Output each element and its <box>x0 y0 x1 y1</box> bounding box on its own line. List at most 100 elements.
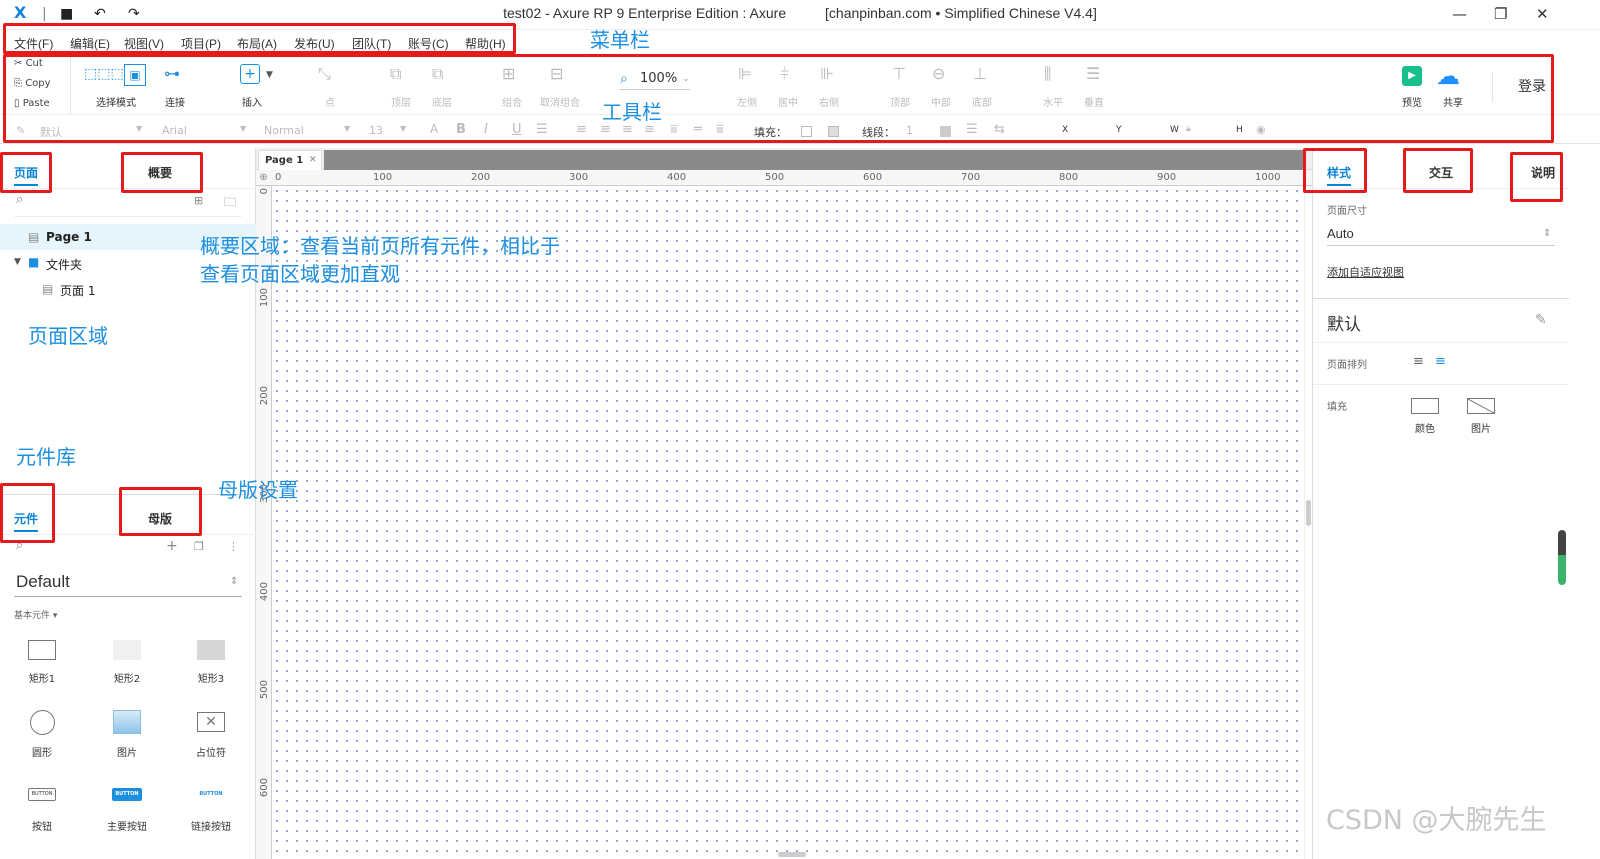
ruler-tick: 200 <box>259 386 270 406</box>
divider <box>14 596 242 597</box>
maximize-icon[interactable]: ❐ <box>1494 5 1507 23</box>
canvas-tab-strip <box>324 150 1304 170</box>
search-icon[interactable]: ⌕ <box>16 192 23 207</box>
menubar-highlight <box>3 23 516 54</box>
close-icon[interactable]: ✕ <box>1536 5 1549 23</box>
annotation-outline-line1: 概要区域：查看当前页所有元件，相比于 <box>200 234 560 258</box>
divider <box>1327 245 1555 246</box>
widget-rect1-icon[interactable] <box>28 640 56 660</box>
page-tab[interactable]: Page 1 ✕ <box>258 150 322 170</box>
page-size-select[interactable]: Auto <box>1327 226 1354 241</box>
tree-item-label: 页面 1 <box>60 284 96 298</box>
axure-window: X | ■ ↶ ↷ test02 - Axure RP 9 Enterprise… <box>0 0 1600 859</box>
add-folder-icon[interactable]: 🗀 <box>224 193 236 214</box>
ruler-tick: 600 <box>863 172 883 183</box>
widget-button-icon[interactable]: BUTTON <box>28 788 56 801</box>
widget-link-button-icon[interactable]: BUTTON <box>196 788 226 801</box>
widget-rect2-icon[interactable] <box>113 640 141 660</box>
page-size-dropdown-icon[interactable]: ⇕ <box>1543 228 1551 239</box>
design-canvas[interactable] <box>272 186 1304 859</box>
annotation-masters: 母版设置 <box>218 478 298 502</box>
window-title: test02 - Axure RP 9 Enterprise Edition :… <box>0 5 1600 21</box>
widget-rect3-icon[interactable] <box>197 640 225 660</box>
widget-circle-icon[interactable] <box>30 710 55 735</box>
ruler-tick: 800 <box>1059 172 1079 183</box>
ruler-tick: 700 <box>961 172 981 183</box>
fill-color-label: 颜色 <box>1415 424 1435 435</box>
canvas-vertical-scrollbar[interactable] <box>1304 186 1312 859</box>
library-copy-icon[interactable]: ❐ <box>194 540 204 553</box>
canvas-horizontal-scrollbar-thumb[interactable] <box>778 852 806 857</box>
add-page-icon[interactable]: ⊞ <box>194 194 203 207</box>
fill-image-icon[interactable] <box>1467 398 1495 414</box>
page-align-left-icon[interactable]: ≡ <box>1413 354 1424 369</box>
ruler-tick: 0 <box>259 188 270 195</box>
divider <box>1313 298 1569 299</box>
notes-tab-highlight <box>1510 152 1563 202</box>
scrollbar-thumb[interactable] <box>1306 500 1311 526</box>
widget-image-icon[interactable] <box>113 710 141 734</box>
page-tab-close-icon[interactable]: ✕ <box>309 155 317 165</box>
divider <box>14 216 242 217</box>
annotation-outline-line2: 查看页面区域更加直观 <box>200 262 400 286</box>
library-dropdown-icon[interactable]: ⇕ <box>230 576 238 587</box>
style-edit-icon[interactable]: ✎ <box>1535 312 1547 328</box>
ruler-corner-icon[interactable]: ⊕ <box>256 170 272 186</box>
widget-image-label: 图片 <box>117 748 137 759</box>
annotation-pages-area: 页面区域 <box>28 324 108 348</box>
window-title-text: test02 - Axure RP 9 Enterprise Edition :… <box>503 5 787 21</box>
ruler-tick: 500 <box>765 172 785 183</box>
fill-label: 填充 <box>1327 402 1347 413</box>
widget-primary-button-label: 主要按钮 <box>107 822 147 833</box>
category-label[interactable]: 基本元件 ▾ <box>14 608 57 621</box>
ruler-tick: 1000 <box>1255 172 1281 183</box>
expand-icon[interactable]: ▼ <box>14 257 21 267</box>
annotation-toolbar: 工具栏 <box>602 100 662 124</box>
ruler-tick: 900 <box>1157 172 1177 183</box>
fill-color-icon[interactable] <box>1411 398 1439 414</box>
page-icon: ▤ <box>28 230 40 244</box>
toolbar-highlight <box>3 54 1554 143</box>
widget-rect2-label: 矩形2 <box>113 674 141 685</box>
watermark: CSDN @大腕先生 <box>1326 805 1547 836</box>
widget-link-button-label: 链接按钮 <box>191 822 231 833</box>
folder-icon: ■ <box>28 255 40 269</box>
library-tab-highlight <box>0 483 55 543</box>
tree-item-label: Page 1 <box>46 230 92 244</box>
widget-rect3-label: 矩形3 <box>197 674 225 685</box>
library-select[interactable]: Default <box>16 572 70 592</box>
widget-rect1-label: 矩形1 <box>28 674 56 685</box>
widget-circle-label: 圆形 <box>32 748 52 759</box>
window-title-version: [chanpinban.com • Simplified Chinese V4.… <box>825 5 1097 21</box>
add-adaptive-view-link[interactable]: 添加自适应视图 <box>1327 264 1404 280</box>
outline-tab-highlight <box>121 152 203 193</box>
library-more-icon[interactable]: ⋮ <box>228 540 239 553</box>
annotation-library: 元件库 <box>16 445 76 469</box>
page-icon: ▤ <box>42 282 54 296</box>
ruler-tick: 200 <box>471 172 491 183</box>
ruler-tick: 100 <box>259 288 270 308</box>
page-tab-label: Page 1 <box>265 155 304 166</box>
divider <box>1313 342 1569 343</box>
right-panel: 样式 交互 说明 页面尺寸 Auto ⇕ 添加自适应视图 默认 ✎ 页面排列 ≡… <box>1312 148 1600 859</box>
side-scroll-widget[interactable] <box>1558 530 1566 585</box>
interaction-tab-highlight <box>1403 148 1473 193</box>
ruler-tick: 0 <box>275 172 282 183</box>
add-library-icon[interactable]: + <box>166 538 178 554</box>
minimize-icon[interactable]: — <box>1452 5 1467 23</box>
ruler-tick: 400 <box>667 172 687 183</box>
widget-placeholder-icon[interactable]: ✕ <box>197 712 225 732</box>
ruler-horizontal: 0 100 200 300 400 500 600 700 800 900 10… <box>271 170 1316 186</box>
pages-tab-highlight <box>0 152 52 193</box>
widget-placeholder-label: 占位符 <box>196 748 226 759</box>
page-size-label: 页面尺寸 <box>1327 206 1367 217</box>
page-align-label: 页面排列 <box>1327 360 1367 371</box>
widget-button-label: 按钮 <box>32 822 52 833</box>
widget-primary-button-icon[interactable]: BUTTON <box>112 788 142 801</box>
ruler-tick: 500 <box>259 680 270 700</box>
page-align-center-icon[interactable]: ≡ <box>1435 354 1446 369</box>
ruler-tick: 100 <box>373 172 393 183</box>
tree-item-label: 文件夹 <box>46 258 83 272</box>
divider <box>1313 384 1569 385</box>
ruler-tick: 300 <box>569 172 589 183</box>
